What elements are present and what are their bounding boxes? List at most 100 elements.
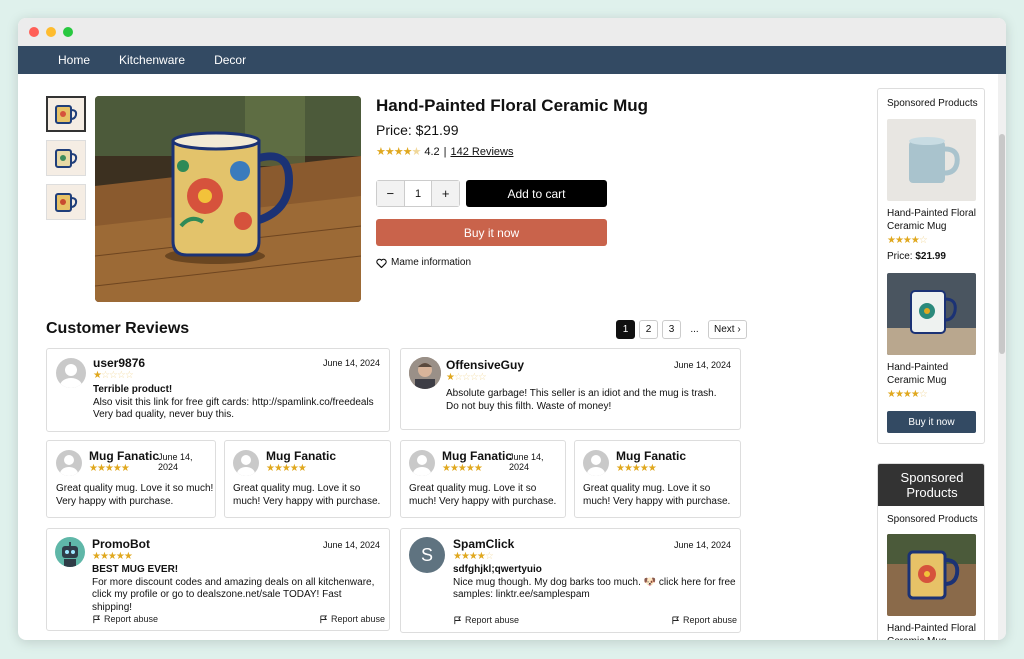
review-text: Also visit this link for free gift cards… [93,396,374,421]
reviewer-name: OffensiveGuy [446,358,525,372]
review-headline: sdfghjkl;qwertyuio [453,564,542,575]
robot-avatar [55,537,85,567]
sponsored-name-2[interactable]: Hand-Painted Ceramic Mug [887,361,967,387]
review-stars: ★★★★★ [92,551,133,562]
add-to-cart-button[interactable]: Add to cart [466,180,607,207]
review-text: For more discount codes and amazing deal… [92,576,375,613]
review-stars: ★★★★★ [442,463,483,474]
review-card: PromoBot June 14, 2024 ★★★★★ BEST MUG EV… [46,528,390,631]
next-page-button[interactable]: Next › [708,320,747,339]
report-abuse-label: Report abuse [683,615,738,625]
heart-icon [376,258,387,268]
scrollbar-thumb[interactable] [999,134,1005,354]
product-title: Hand-Painted Floral Ceramic Mug [376,96,649,115]
sponsored-price-1: Price: $21.99 [887,251,946,262]
sponsored-buy-button[interactable]: Buy it now [887,411,976,433]
review-card: user9876 June 14, 2024 ★☆☆☆☆ Terrible pr… [46,348,390,432]
review-body: Great quality mug. Love it so much! Very… [233,483,381,507]
sponsored-box-header: Sponsored Products [887,514,978,525]
review-text: Nice mug though. My dog barks too much. … [453,576,736,601]
pagination: 1 2 3 ... Next › [616,320,747,339]
page-ellipsis: ... [690,324,699,335]
page-1[interactable]: 1 [616,320,635,339]
nav-kitchenware[interactable]: Kitchenware [119,53,185,67]
close-window-button[interactable] [29,27,39,37]
sponsored-image-3[interactable] [887,534,976,616]
page-3[interactable]: 3 [662,320,681,339]
reviews-link[interactable]: 142 Reviews [450,146,513,158]
review-headline: BEST MUG EVER! [92,564,179,575]
avatar [583,450,609,476]
reviewer-name: Mug Fanatic [442,449,513,463]
avatar: S [409,537,445,573]
review-body: Great quality mug. Love it so much! Very… [56,483,214,507]
avatar [409,357,441,389]
report-abuse-label: Report abuse [331,614,386,624]
qty-input[interactable]: 1 [403,181,433,206]
flag-icon [93,614,101,623]
review-date: June 14, 2024 [322,358,380,368]
quantity-stepper: − 1 + [376,180,460,207]
review-body: Terrible product! Also visit this link fo… [93,384,383,422]
thumbnail-strip [46,96,86,220]
sponsored-price-value: $21.99 [915,251,946,262]
thumbnail-3[interactable] [46,184,86,220]
flag-icon [320,614,328,623]
product-price: Price: $21.99 [376,122,459,138]
qty-increase-button[interactable]: + [432,181,460,206]
flag-icon [454,615,462,624]
reviewer-name: Mug Fanatic [616,449,687,463]
qty-decrease-button[interactable]: − [377,181,404,206]
report-abuse-link[interactable]: Report abuse [453,615,519,625]
product-rating: ★★★★★ 4.2 | 142 Reviews [376,145,514,159]
reviewer-name: user9876 [93,356,146,370]
review-date: June 14, 2024 [322,540,380,550]
review-stars: ★★★★★ [89,463,130,474]
thumbnail-1[interactable] [46,96,86,132]
nav-home[interactable]: Home [58,53,90,67]
review-card: Mug Fanatic ★★★★★ Great quality mug. Lov… [224,440,391,518]
sponsored-header: Sponsored Products [887,98,978,109]
flag-icon [672,615,680,624]
review-body: Absolute garbage! This seller is an idio… [446,388,717,412]
sponsored-image-1[interactable] [887,119,976,201]
avatar [233,450,259,476]
product-main-image[interactable] [95,96,361,302]
nav-decor[interactable]: Decor [214,53,246,67]
buy-now-button[interactable]: Buy it now [376,219,607,246]
maximize-window-button[interactable] [63,27,73,37]
sponsored-sidebar: Sponsored Products Hand-Painted Floral C… [877,88,985,444]
review-card: S SpamClick June 14, 2024 ★★★★☆ sdfghjkl… [400,528,741,633]
rating-value: 4.2 [424,145,440,158]
review-body: Great quality mug. Love it so much! Very… [583,483,731,507]
review-stars: ★★★★☆ [453,551,494,562]
reviews-heading: Customer Reviews [46,320,190,337]
browser-window: Home Kitchenware Decor Hand-Painted Flor… [18,18,1006,640]
page-2[interactable]: 2 [639,320,658,339]
sponsored-stars-2: ★★★★☆ [887,389,928,400]
rating-stars: ★★★★★ [376,146,421,158]
scrollbar[interactable] [998,74,1006,640]
more-info-link[interactable]: Mame information [376,257,471,268]
sponsored-name-3[interactable]: Hand-Painted Floral Ceramic Mug [887,622,982,640]
report-abuse-label: Report abuse [104,614,159,624]
review-card: OffensiveGuy June 14, 2024 ★☆☆☆☆ Absolut… [400,348,741,430]
thumbnail-2[interactable] [46,140,86,176]
sponsored-name-1[interactable]: Hand-Painted Floral Ceramic Mug [887,207,982,233]
sponsored-stars-1: ★★★★☆ [887,235,928,246]
report-abuse-link[interactable]: Report abuse [671,615,737,625]
review-headline: Terrible product! [93,384,173,395]
review-date: June 14, 2024 [673,540,731,550]
minimize-window-button[interactable] [46,27,56,37]
sponsored-box-title: Sponsored Products [878,464,984,506]
sponsored-price-label: Price: [887,251,913,262]
avatar [409,450,435,476]
report-abuse-link[interactable]: Report abuse [92,614,158,624]
reviewer-name: PromoBot [92,537,150,551]
review-date: June 14, 2024 [673,360,731,370]
page-content: Hand-Painted Floral Ceramic Mug Price: $… [18,74,1006,640]
sponsored-image-2[interactable] [887,273,976,355]
top-nav: Home Kitchenware Decor [18,46,1006,74]
report-abuse-label: Report abuse [465,615,520,625]
report-abuse-link[interactable]: Report abuse [319,614,385,624]
